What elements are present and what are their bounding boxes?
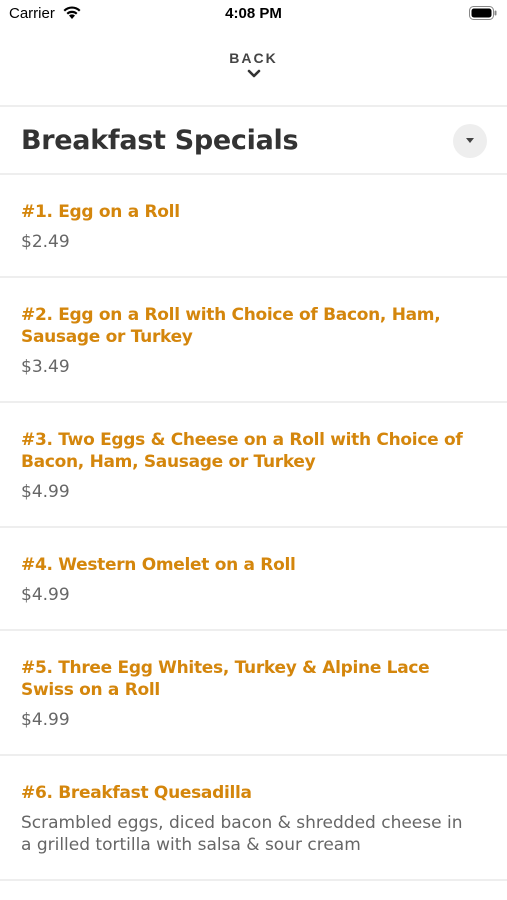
status-bar: Carrier 4:08 PM bbox=[0, 0, 507, 28]
menu-item-price: $4.99 bbox=[21, 482, 70, 502]
menu-item[interactable]: #3. Two Eggs & Cheese on a Roll with Cho… bbox=[0, 403, 507, 528]
menu-item-name: #2. Egg on a Roll with Choice of Bacon, … bbox=[21, 305, 441, 347]
caret-down-icon bbox=[466, 138, 474, 143]
section-header: Breakfast Specials bbox=[0, 107, 507, 173]
menu-item-price: $2.49 bbox=[21, 232, 70, 252]
section-title: Breakfast Specials bbox=[21, 125, 299, 156]
menu-item-name: #1. Egg on a Roll bbox=[21, 202, 180, 222]
menu-item-name: #5. Three Egg Whites, Turkey & Alpine La… bbox=[21, 658, 430, 700]
menu-list: #1. Egg on a Roll $2.49 #2. Egg on a Rol… bbox=[0, 175, 507, 881]
category-dropdown-button[interactable] bbox=[453, 124, 487, 158]
menu-item[interactable]: #2. Egg on a Roll with Choice of Bacon, … bbox=[0, 278, 507, 403]
menu-item-price: $4.99 bbox=[21, 585, 70, 605]
menu-item[interactable]: #6. Breakfast Quesadilla Scrambled eggs,… bbox=[0, 756, 507, 881]
menu-item-price: $4.99 bbox=[21, 710, 70, 730]
app-screen: Carrier 4:08 PM BACK Breakfast Specials … bbox=[0, 0, 507, 900]
back-button[interactable]: BACK bbox=[0, 44, 507, 104]
menu-item[interactable]: #1. Egg on a Roll $2.49 bbox=[0, 175, 507, 278]
menu-item[interactable]: #5. Three Egg Whites, Turkey & Alpine La… bbox=[0, 631, 507, 756]
menu-item-price: $3.49 bbox=[21, 357, 70, 377]
battery-icon bbox=[469, 6, 497, 20]
back-label: BACK bbox=[229, 50, 278, 66]
menu-item-description: Scrambled eggs, diced bacon & shredded c… bbox=[21, 813, 463, 855]
menu-item-name: #6. Breakfast Quesadilla bbox=[21, 783, 252, 803]
menu-item[interactable]: #4. Western Omelet on a Roll $4.99 bbox=[0, 528, 507, 631]
status-time: 4:08 PM bbox=[225, 5, 282, 22]
menu-item-name: #4. Western Omelet on a Roll bbox=[21, 555, 296, 575]
chevron-down-icon bbox=[247, 69, 260, 78]
menu-item-name: #3. Two Eggs & Cheese on a Roll with Cho… bbox=[21, 430, 463, 472]
